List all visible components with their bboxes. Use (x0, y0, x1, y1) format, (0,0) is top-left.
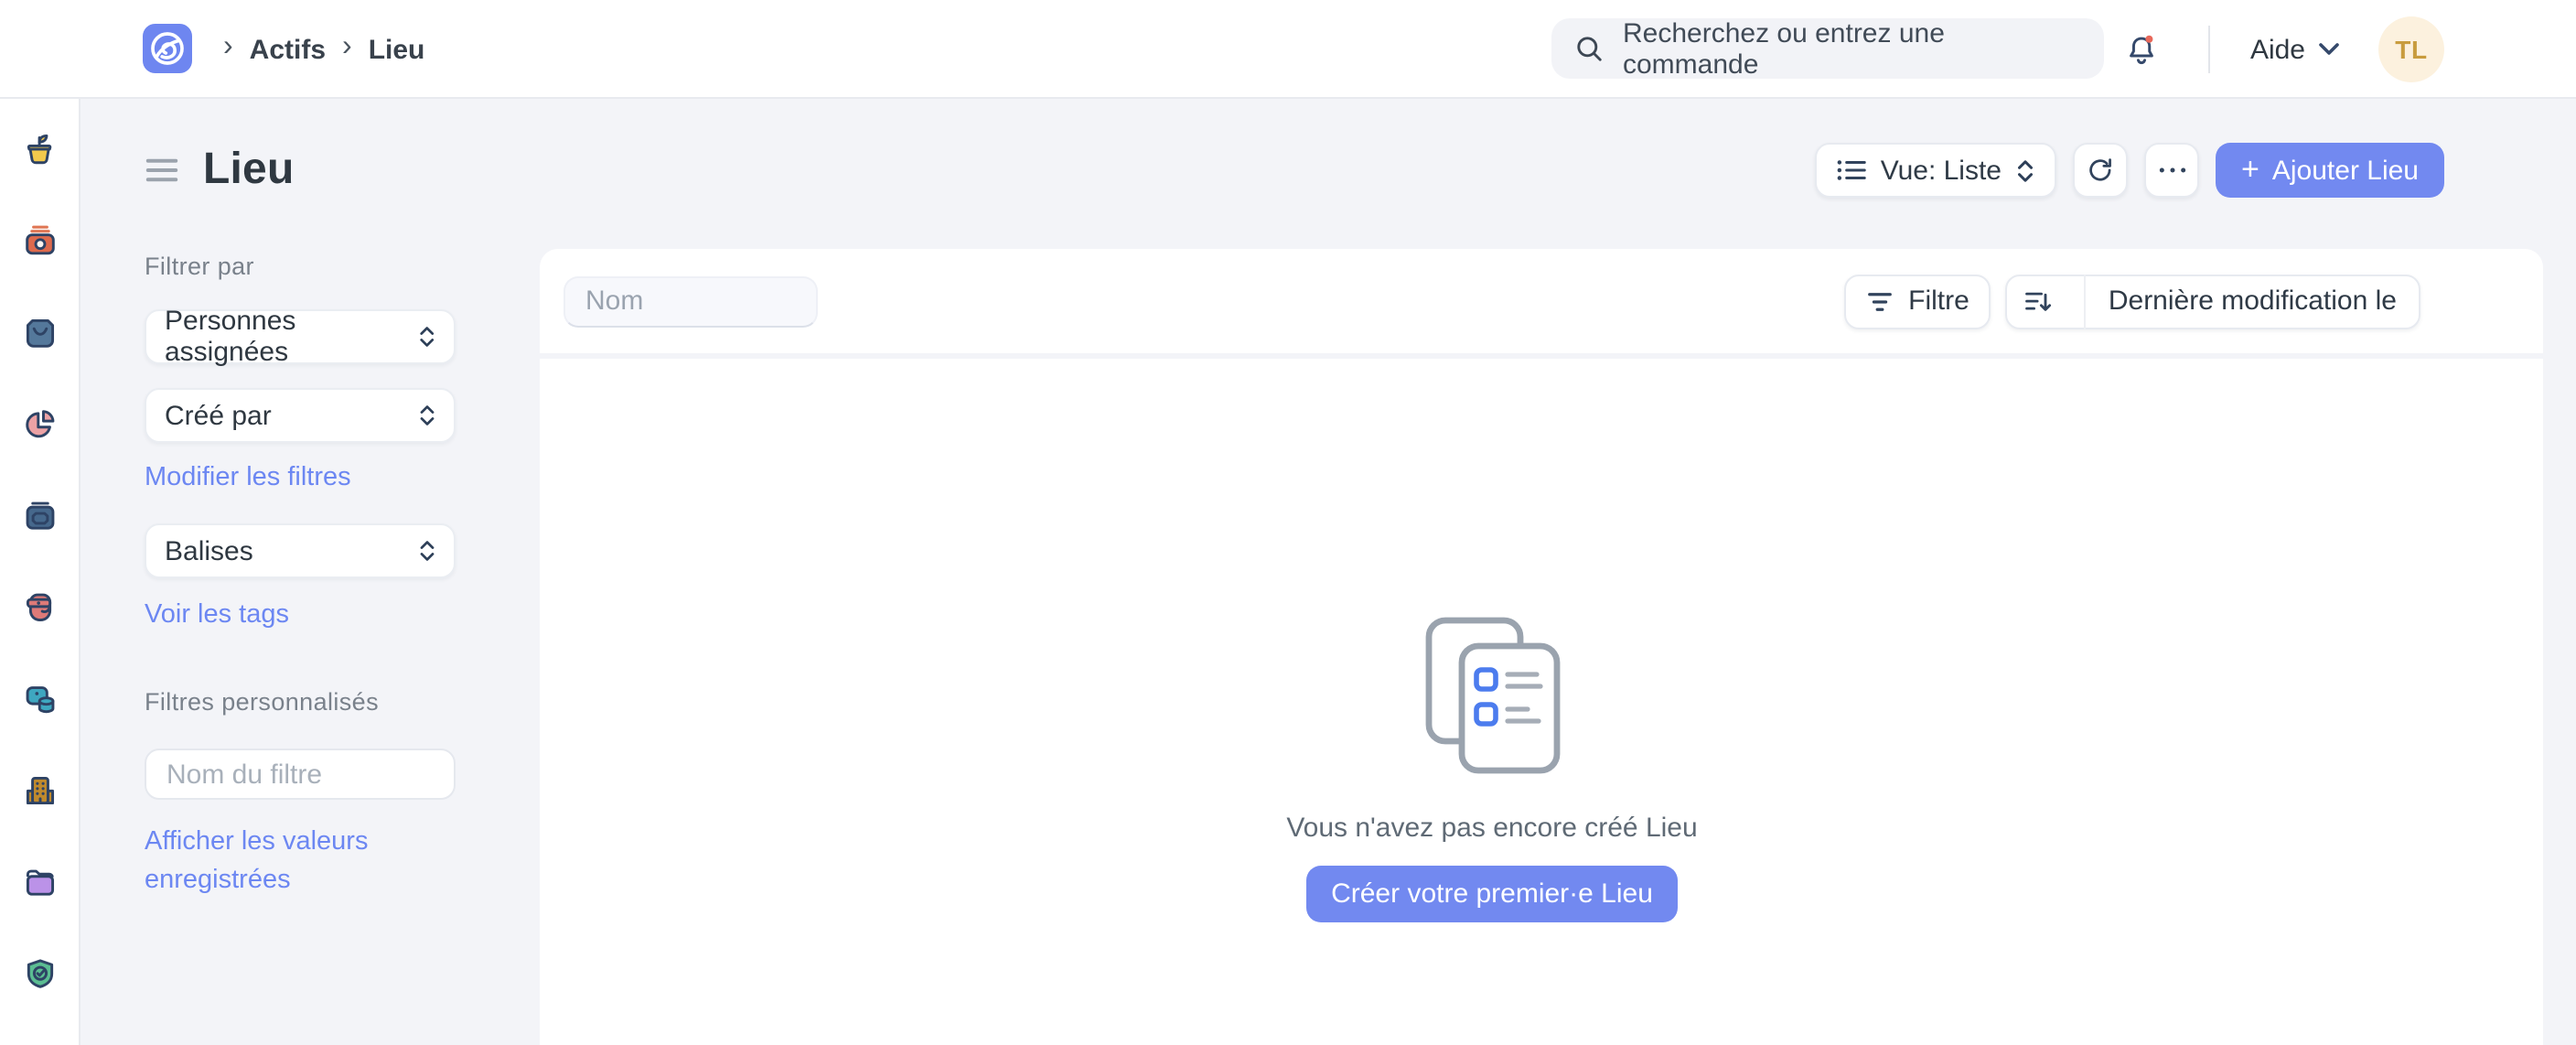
empty-state-message: Vous n'avez pas encore créé Lieu (1286, 813, 1697, 844)
search-placeholder: Recherchez ou entrez une commande (1623, 17, 2082, 80)
sidebar-toggle-button[interactable] (145, 156, 179, 185)
ellipsis-icon (2158, 167, 2185, 174)
updown-chevron-icon (420, 326, 435, 348)
sidebar-app-cash-box[interactable] (16, 492, 63, 540)
logo-icon (143, 24, 192, 73)
add-lieu-button[interactable]: + Ajouter Lieu (2216, 143, 2444, 198)
shield-check-icon (19, 953, 59, 994)
avatar-initials: TL (2395, 35, 2427, 64)
sidebar-app-camera[interactable] (16, 218, 63, 265)
folder-icon (19, 862, 59, 902)
sort-button[interactable]: Dernière modification le (2006, 274, 2420, 329)
sidebar-app-building[interactable] (16, 767, 63, 814)
app-window: › Actifs › Lieu Recherchez ou entrez une… (0, 0, 2576, 1045)
view-select-label: Vue: Liste (1881, 155, 2002, 186)
refresh-button[interactable] (2073, 143, 2128, 198)
breadcrumb-item-actifs[interactable]: Actifs (250, 34, 326, 65)
refresh-icon (2086, 156, 2115, 185)
page-actions: Vue: Liste (1815, 143, 2444, 198)
breadcrumb-chevron-icon: › (223, 31, 233, 64)
page-title: Lieu (203, 145, 295, 196)
sidebar-app-pie-chart[interactable] (16, 401, 63, 448)
page-title-group: Lieu (145, 145, 295, 196)
app-logo[interactable] (143, 24, 192, 73)
breadcrumb-chevron-icon: › (342, 31, 352, 64)
empty-state: Vous n'avez pas encore créé Lieu Créer v… (540, 359, 2543, 1045)
chevron-down-icon (2318, 42, 2340, 57)
list-view-icon (1837, 157, 1866, 183)
topbar-right-group: Aide TL (2120, 0, 2444, 99)
help-menu-button[interactable]: Aide (2250, 34, 2340, 65)
more-menu-button[interactable] (2144, 143, 2199, 198)
list-toolbar-panel: Filtre Dernière modification le (540, 249, 2543, 353)
filter-name-input[interactable] (145, 749, 456, 800)
filter-button-label: Filtre (1908, 285, 1970, 317)
notification-dot (2146, 35, 2153, 42)
created-by-select[interactable]: Créé par (145, 388, 456, 443)
updown-chevron-icon (419, 404, 435, 426)
sort-icon (2008, 274, 2070, 329)
edit-filters-link[interactable]: Modifier les filtres (145, 459, 351, 498)
building-icon (19, 770, 59, 811)
list-panel: Vous n'avez pas encore créé Lieu Créer v… (540, 359, 2543, 1045)
updown-chevron-icon (419, 540, 435, 562)
view-tags-link[interactable]: Voir les tags (145, 597, 289, 635)
toolbar-right-group: Filtre Dernière modification le (1844, 274, 2420, 329)
app-sidebar (0, 99, 80, 1045)
add-lieu-label: Ajouter Lieu (2272, 155, 2419, 186)
sidebar-app-shield-check[interactable] (16, 950, 63, 997)
breadcrumb-item-lieu[interactable]: Lieu (369, 34, 425, 65)
view-select-button[interactable]: Vue: Liste (1815, 143, 2056, 198)
name-filter-input[interactable] (564, 275, 818, 327)
content-area: Lieu Vue: Liste (80, 99, 2576, 1045)
user-avatar[interactable]: TL (2378, 16, 2444, 82)
notifications-button[interactable] (2120, 27, 2164, 71)
global-search-button[interactable]: Recherchez ou entrez une commande (1551, 18, 2104, 79)
asset-database-icon (19, 679, 59, 719)
empty-documents-icon (1422, 615, 1562, 776)
filter-icon (1866, 290, 1894, 312)
created-by-select-label: Créé par (165, 400, 272, 431)
header-divider (2208, 26, 2210, 73)
sidebar-app-seedling[interactable] (16, 126, 63, 174)
sidebar-app-asset-data[interactable] (16, 675, 63, 723)
sidebar-app-worker[interactable] (16, 584, 63, 631)
search-icon (1573, 33, 1605, 64)
plus-icon: + (2241, 153, 2259, 184)
create-first-button[interactable]: Créer votre premier·e Lieu (1305, 866, 1679, 922)
filter-button[interactable]: Filtre (1844, 274, 1991, 329)
shopping-bag-icon (19, 313, 59, 353)
tags-select[interactable]: Balises (145, 523, 456, 578)
hamburger-icon (145, 156, 179, 185)
cash-box-icon (19, 496, 59, 536)
breadcrumb: › Actifs › Lieu (223, 0, 424, 99)
assigned-select-label: Personnes assignées (165, 306, 420, 368)
custom-filters-title: Filtres personnalisés (145, 688, 379, 716)
pie-chart-icon (19, 404, 59, 445)
filter-section-title: Filtrer par (145, 253, 254, 280)
sidebar-app-shopping-bag[interactable] (16, 309, 63, 357)
topbar: › Actifs › Lieu Recherchez ou entrez une… (0, 0, 2576, 99)
updown-chevron-icon (2016, 158, 2034, 182)
worker-icon (19, 587, 59, 628)
create-first-label: Créer votre premier·e Lieu (1331, 878, 1653, 910)
sidebar-app-folder[interactable] (16, 858, 63, 906)
bell-icon (2123, 30, 2162, 69)
camera-icon (19, 221, 59, 262)
saved-values-link[interactable]: Afficher les valeurs enregistrées (145, 824, 419, 900)
help-label: Aide (2250, 34, 2305, 65)
tags-select-label: Balises (165, 535, 253, 566)
page-header-row: Lieu Vue: Liste (145, 139, 2444, 201)
seedling-pot-icon (19, 130, 59, 170)
sort-button-label: Dernière modification le (2085, 274, 2419, 329)
assigned-select[interactable]: Personnes assignées (145, 309, 456, 364)
